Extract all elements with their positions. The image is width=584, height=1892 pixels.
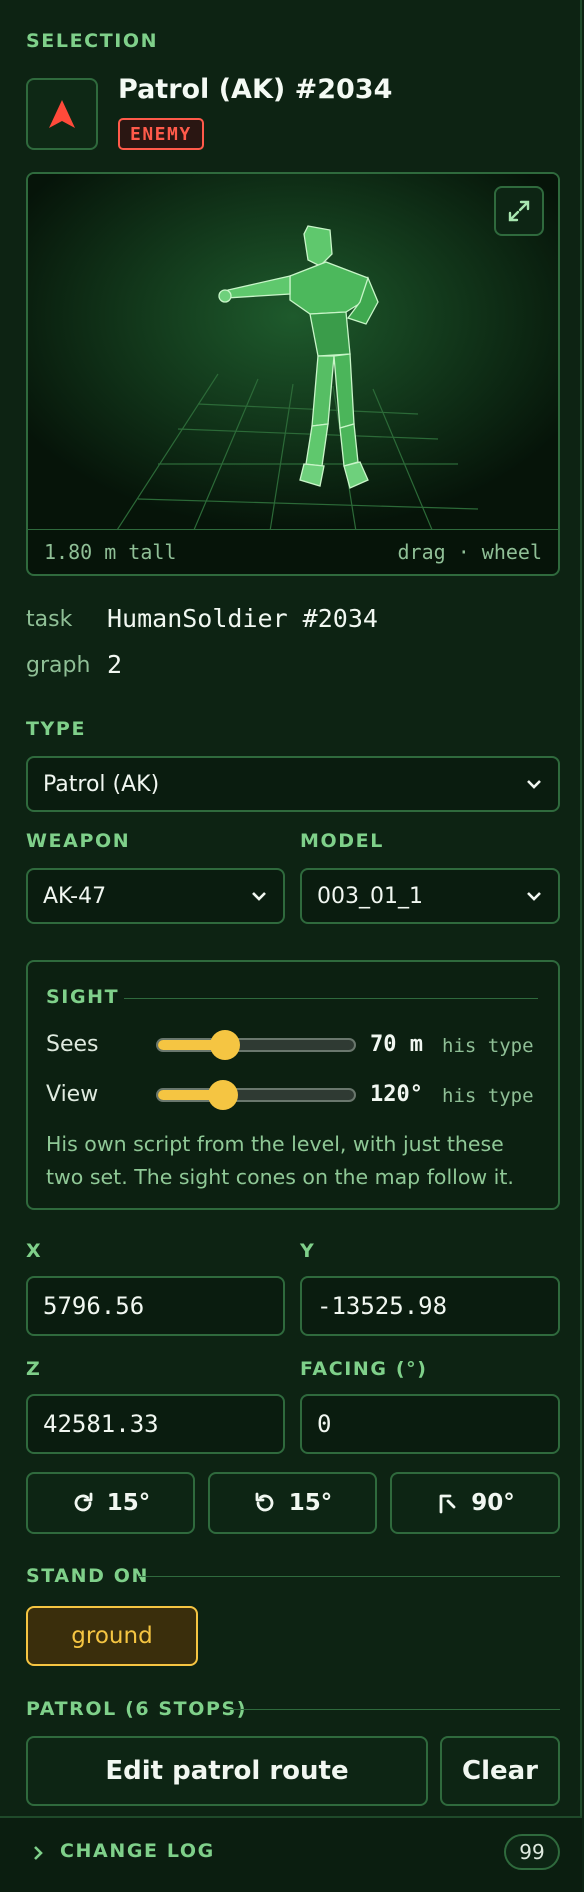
sees-value: 70 m xyxy=(370,1032,423,1057)
corner-turn-icon xyxy=(439,1494,456,1514)
x-label: X xyxy=(26,1240,43,1262)
model-select[interactable]: 003_01_1 xyxy=(300,868,560,924)
expand-preview-button[interactable] xyxy=(494,186,544,236)
model-label: MODEL xyxy=(300,830,384,852)
preview-hint: drag · wheel xyxy=(397,540,543,564)
change-log-bar[interactable]: CHANGE LOG 99 xyxy=(0,1818,582,1892)
sees-label: Sees xyxy=(46,1032,99,1057)
graph-label: graph xyxy=(26,653,91,678)
type-select-value: Patrol (AK) xyxy=(43,771,160,797)
sees-note: his type xyxy=(442,1035,534,1057)
patrol-divider xyxy=(226,1709,560,1710)
stand-on-divider xyxy=(138,1576,560,1577)
z-input[interactable]: 42581.33 xyxy=(26,1394,285,1454)
chevron-down-icon xyxy=(527,780,541,789)
weapon-label: WEAPON xyxy=(26,830,131,852)
rotate-cw-button[interactable]: 15° xyxy=(26,1472,195,1534)
model-select-value: 003_01_1 xyxy=(317,883,423,909)
sight-description: His own script from the level, with just… xyxy=(46,1132,514,1189)
rotate-ccw-button[interactable]: 15° xyxy=(208,1472,377,1534)
sight-divider xyxy=(124,998,538,999)
y-label: Y xyxy=(300,1240,316,1262)
task-label: task xyxy=(26,607,73,632)
sees-slider[interactable] xyxy=(156,1030,356,1060)
stand-on-header: STAND ON xyxy=(26,1565,150,1587)
selection-name: Patrol (AK) #2034 xyxy=(118,74,393,105)
red-arrow-icon xyxy=(49,100,75,128)
sees-slider-knob[interactable] xyxy=(209,1030,240,1060)
type-select[interactable]: Patrol (AK) xyxy=(26,756,560,812)
x-input[interactable]: 5796.56 xyxy=(26,1276,285,1336)
rotate-cw-label: 15° xyxy=(106,1490,151,1516)
turn-90-label: 90° xyxy=(471,1490,515,1516)
sight-header: SIGHT xyxy=(46,986,120,1008)
clear-patrol-button[interactable]: Clear xyxy=(440,1736,560,1806)
y-input[interactable]: -13525.98 xyxy=(300,1276,560,1336)
weapon-select[interactable]: AK-47 xyxy=(26,868,285,924)
selection-header: SELECTION xyxy=(26,30,159,52)
unit-icon-tile xyxy=(26,78,98,150)
model-height-label: 1.80 m tall xyxy=(44,540,177,564)
task-value: HumanSoldier #2034 xyxy=(107,604,378,633)
expand-icon xyxy=(508,200,530,222)
facing-input[interactable]: 0 xyxy=(300,1394,560,1454)
view-value: 120° xyxy=(370,1082,423,1107)
chevron-down-icon xyxy=(527,892,541,901)
inspector-panel: SELECTION Patrol (AK) #2034 ENEMY 1.80 m… xyxy=(0,0,582,1892)
type-label: TYPE xyxy=(26,718,87,740)
z-label: Z xyxy=(26,1358,42,1380)
change-log-count-badge: 99 xyxy=(504,1834,560,1870)
chevron-right-icon xyxy=(34,1846,43,1860)
view-slider-knob[interactable] xyxy=(207,1080,238,1110)
weapon-select-value: AK-47 xyxy=(43,883,107,909)
rotate-clockwise-icon xyxy=(74,1492,93,1512)
enemy-badge: ENEMY xyxy=(118,118,204,150)
graph-value: 2 xyxy=(107,650,123,679)
facing-label: FACING (°) xyxy=(300,1358,428,1380)
view-slider[interactable] xyxy=(156,1080,356,1110)
preview-divider xyxy=(28,529,558,530)
soldier-model-viewport[interactable] xyxy=(28,174,558,530)
turn-90-button[interactable]: 90° xyxy=(390,1472,560,1534)
model-preview[interactable]: 1.80 m tall drag · wheel xyxy=(26,172,560,576)
edit-patrol-route-button[interactable]: Edit patrol route xyxy=(26,1736,428,1806)
view-label: View xyxy=(46,1082,99,1107)
patrol-header: PATROL (6 STOPS) xyxy=(26,1698,248,1720)
sight-section: SIGHT Sees 70 m his type View 120° his t… xyxy=(26,960,560,1210)
chevron-down-icon xyxy=(252,892,266,901)
change-log-label: CHANGE LOG xyxy=(60,1840,215,1862)
stand-on-ground-chip[interactable]: ground xyxy=(26,1606,198,1666)
rotate-counterclockwise-icon xyxy=(255,1492,274,1512)
rotate-ccw-label: 15° xyxy=(288,1490,333,1516)
view-note: his type xyxy=(442,1085,534,1107)
